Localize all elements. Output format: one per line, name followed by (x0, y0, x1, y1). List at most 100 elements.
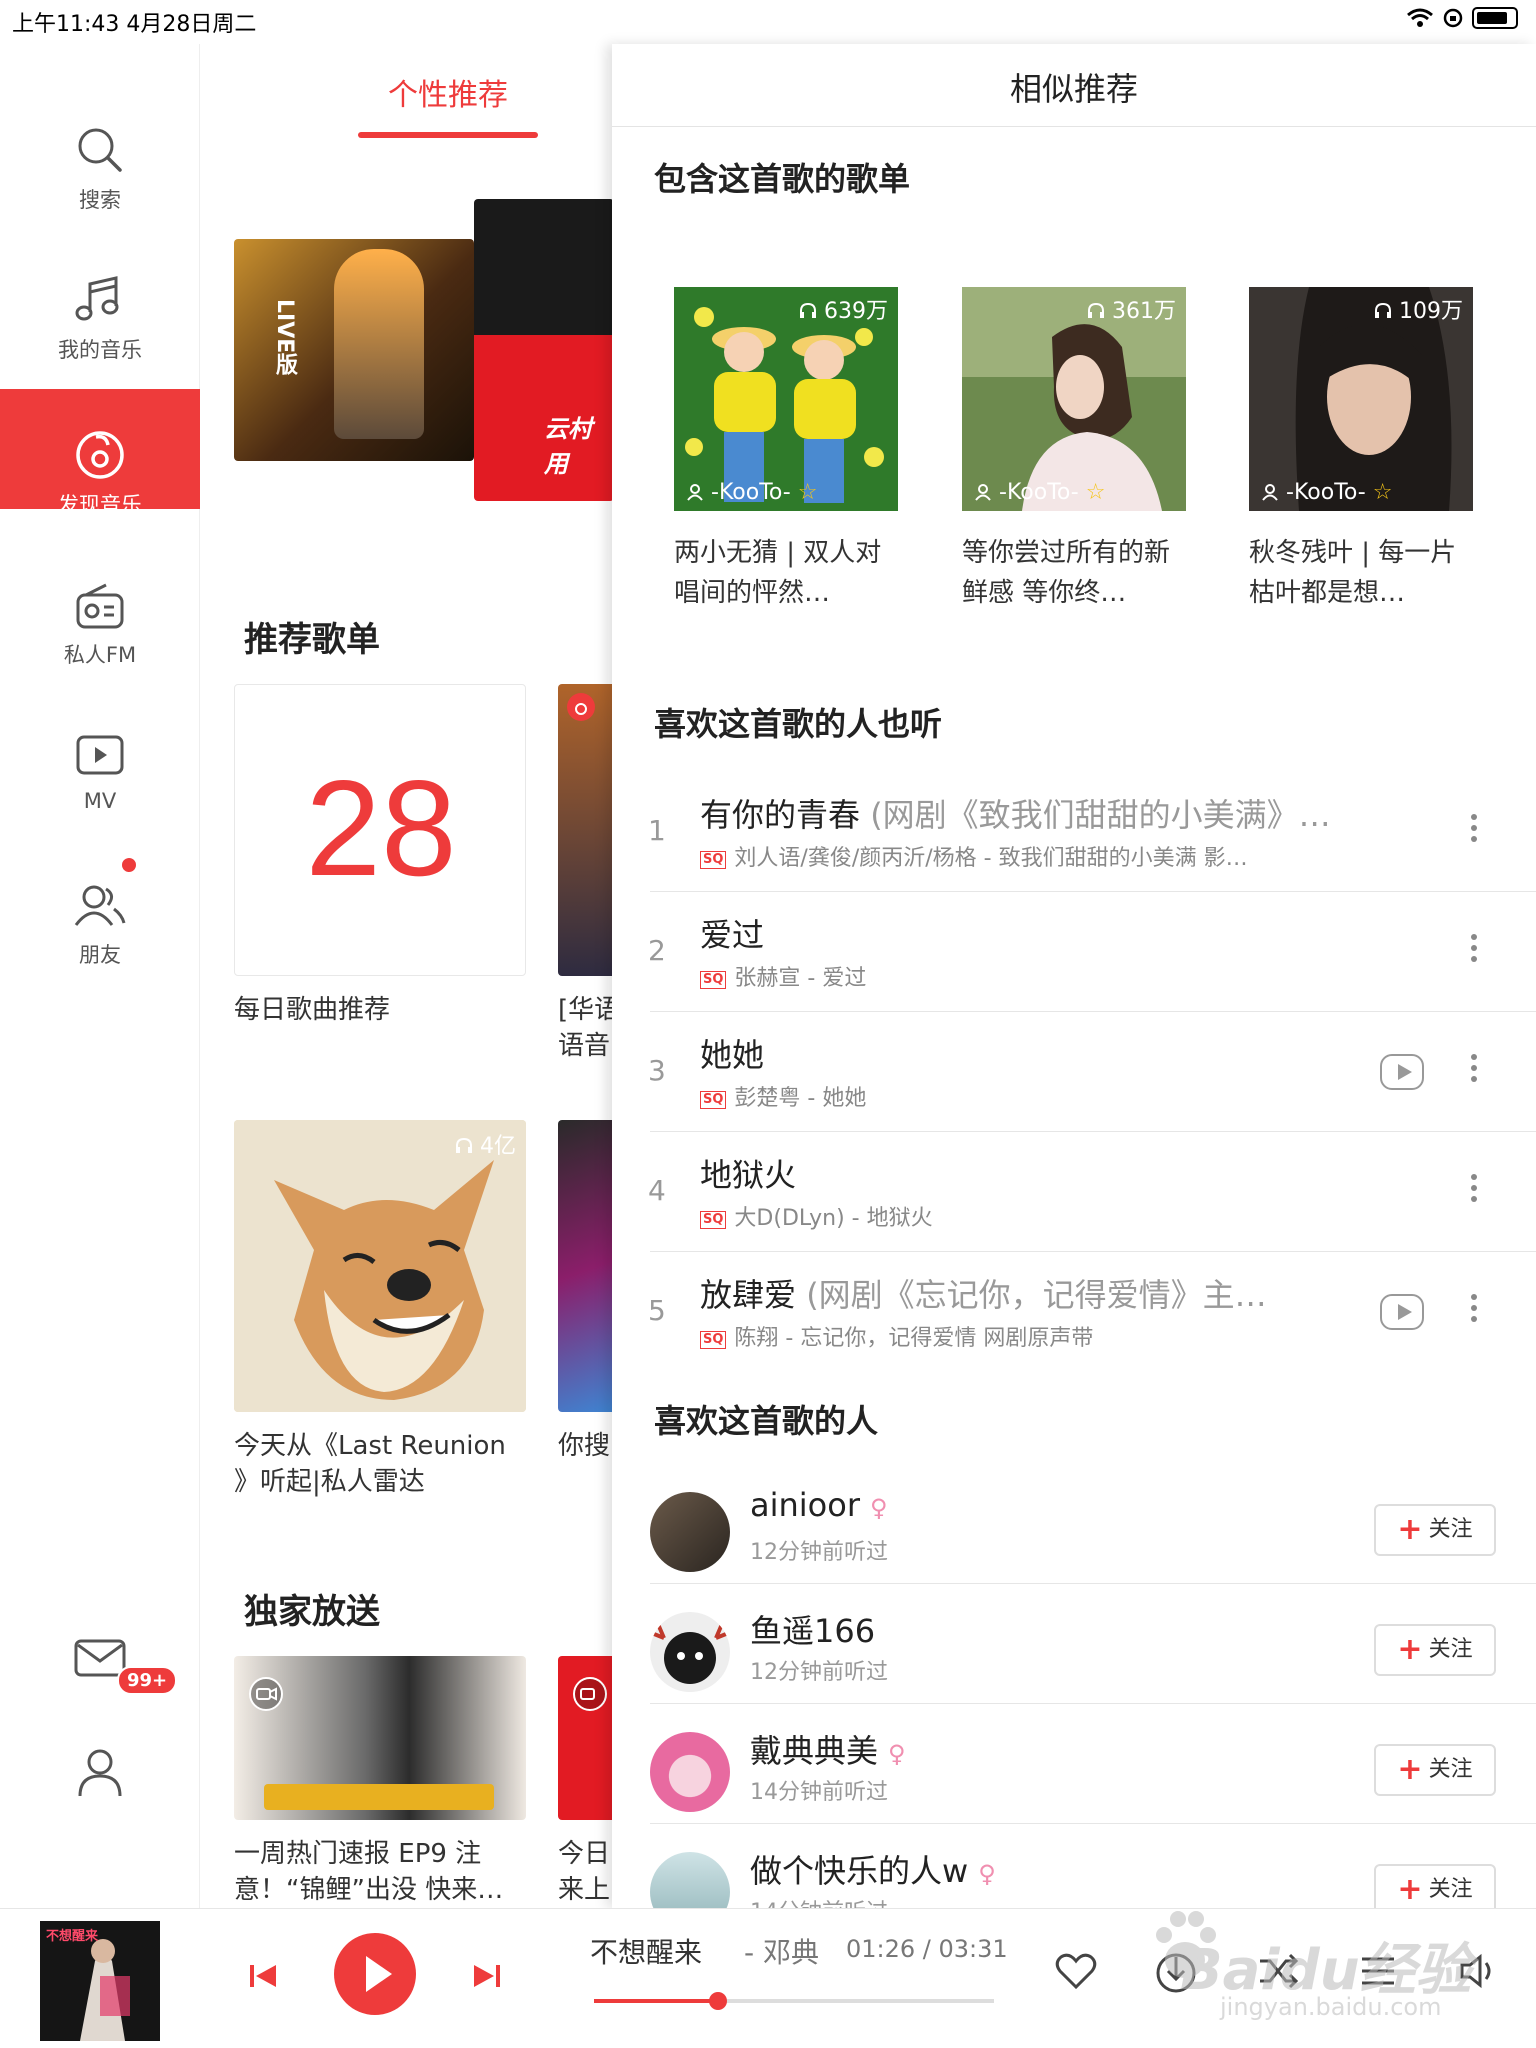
song-title: 爱过 (700, 910, 764, 956)
song-subtitle: SQ 刘人语/龚俊/颜丙沂/杨格 - 致我们甜甜的小美满 影… (700, 840, 1248, 872)
female-icon: ♀ (869, 1494, 888, 1522)
notification-dot (122, 858, 136, 872)
user-name: 做个快乐的人w ♀ (750, 1846, 996, 1892)
song-row[interactable]: 4 地狱火 SQ 大D(DLyn) - 地狱火 (612, 1132, 1536, 1252)
playlist-title: 等你尝过所有的新鲜感 等你终… (962, 538, 1171, 608)
playlist-cover: 361万 -KooTo- ☆ (962, 287, 1186, 511)
song-number: 4 (648, 1174, 666, 1207)
song-name: 放肆爱 (700, 1276, 797, 1314)
divider (612, 126, 1536, 127)
owner-name: -KooTo- (1286, 480, 1366, 505)
user-name: 戴典典美 ♀ (750, 1726, 906, 1772)
song-name: 她她 (700, 1036, 765, 1074)
sq-badge: SQ (700, 851, 727, 869)
song-row[interactable]: 2 爱过 SQ 张赫宣 - 爱过 (612, 892, 1536, 1012)
listener-row[interactable]: 鱼遥166 12分钟前听过 + 关注 (612, 1584, 1536, 1704)
follow-label: 关注 (1428, 1757, 1473, 1782)
listener-row[interactable]: ainioor ♀ 12分钟前听过 + 关注 (612, 1464, 1536, 1584)
now-playing-cover[interactable]: 不想醒来 (40, 1921, 160, 2041)
playlists-section-title: 包含这首歌的歌单 (654, 160, 911, 198)
user-name-text: 做个快乐的人w (750, 1852, 969, 1890)
netease-badge-icon (567, 693, 595, 721)
exclusive-caption-2: 今日 来上 (558, 1839, 611, 1905)
sidebar-item-mv[interactable]: MV (0, 689, 200, 813)
playlist-item[interactable]: 639万 -KooTo- ☆ 两小无猜 | 双人对唱间的怦然… (674, 287, 898, 613)
play-button[interactable] (334, 1933, 416, 2015)
exclusive-title: 独家放送 (244, 1592, 380, 1632)
follow-button[interactable]: + 关注 (1374, 1504, 1496, 1556)
exclusive-video-card[interactable] (234, 1656, 526, 1820)
more-options-icon[interactable] (1470, 1054, 1478, 1088)
play-count: 109万 (1374, 293, 1463, 325)
playlist-owner: -KooTo- ☆ (1261, 480, 1392, 505)
avatar[interactable] (650, 1612, 730, 1692)
listen-time: 12分钟前听过 (750, 1660, 888, 1685)
sidebar-item-my-music[interactable]: 我的音乐 (0, 234, 200, 362)
star-icon: ☆ (1085, 480, 1106, 505)
banner-card[interactable]: LIVE版 (234, 239, 474, 461)
daily-date-number: 28 (305, 752, 457, 904)
more-options-icon[interactable] (1470, 814, 1478, 848)
owner-name: -KooTo- (711, 480, 791, 505)
tab-personal-recommend[interactable]: 个性推荐 (358, 70, 538, 114)
user-icon (1262, 484, 1278, 501)
progress-knob[interactable] (709, 1992, 727, 2010)
sidebar-item-label: 我的音乐 (58, 338, 142, 362)
radar-playlist-card[interactable]: 4亿 (234, 1120, 526, 1412)
avatar[interactable] (650, 1492, 730, 1572)
song-subtitle: SQ 张赫宣 - 爱过 (700, 960, 866, 992)
sidebar-item-search[interactable]: 搜索 (0, 84, 200, 212)
exclusive-banner-strip (264, 1784, 494, 1810)
sidebar-item-fm[interactable]: 私人FM (0, 539, 200, 667)
sidebar-item-friends[interactable]: 朋友 (0, 839, 200, 967)
sq-badge: SQ (700, 971, 727, 989)
mv-play-icon[interactable] (1380, 1294, 1424, 1330)
follow-label: 关注 (1428, 1517, 1473, 1542)
profile-icon[interactable] (72, 1744, 128, 1800)
song-row[interactable]: 1 有你的青春 (网剧《致我们甜甜的小美满》… SQ 刘人语/龚俊/颜丙沂/杨格 … (612, 772, 1536, 892)
playlist-item[interactable]: 361万 -KooTo- ☆ 等你尝过所有的新鲜感 等你终… (962, 287, 1186, 613)
song-artist-album: 彭楚粤 - 她她 (734, 1086, 867, 1111)
sidebar-item-discover[interactable]: 发现音乐 (0, 389, 200, 517)
status-time: 上午11:43 4月28日周二 (12, 12, 257, 37)
song-artist-album: 张赫宣 - 爱过 (734, 966, 867, 991)
user-name-text: 戴典典美 (750, 1732, 879, 1770)
similar-recommend-panel: 相似推荐 包含这首歌的歌单 639万 -KooTo- ☆ 两小无猜 | 双人对唱… (612, 44, 1536, 1932)
playlist-item[interactable]: 109万 -KooTo- ☆ 秋冬残叶 | 每一片枯叶都是想… (1249, 287, 1473, 613)
banner-text: LIVE版 (272, 299, 297, 376)
song-row[interactable]: 5 放肆爱 (网剧《忘记你，记得爱情》主… SQ 陈翔 - 忘记你，记得爱情 网剧… (612, 1252, 1536, 1372)
play-count: 361万 (1087, 293, 1176, 325)
daily-recommend-card[interactable]: 28 (234, 684, 526, 976)
more-options-icon[interactable] (1470, 934, 1478, 968)
more-options-icon[interactable] (1470, 1294, 1478, 1328)
battery-icon (1472, 7, 1518, 29)
heart-icon[interactable] (1054, 1949, 1098, 1993)
playlist-card[interactable] (558, 684, 612, 976)
follow-button[interactable]: + 关注 (1374, 1624, 1496, 1676)
orientation-lock-icon (1443, 8, 1463, 28)
song-artist-album: 陈翔 - 忘记你，记得爱情 网剧原声带 (734, 1326, 1094, 1351)
listener-row[interactable]: 戴典典美 ♀ 14分钟前听过 + 关注 (612, 1704, 1536, 1824)
user-name-text: 鱼遥166 (750, 1612, 876, 1650)
daily-recommend-caption: 每日歌曲推荐 (234, 995, 391, 1025)
video-camera-icon (573, 1677, 607, 1711)
song-subtitle: SQ 彭楚粤 - 她她 (700, 1080, 866, 1112)
previous-icon[interactable] (246, 1959, 280, 1993)
avatar[interactable] (650, 1732, 730, 1812)
song-title: 她她 (700, 1030, 764, 1076)
follow-button[interactable]: + 关注 (1374, 1744, 1496, 1796)
next-icon[interactable] (470, 1959, 504, 1993)
music-note-icon (75, 276, 119, 321)
exclusive-video-card-2[interactable] (558, 1656, 612, 1820)
more-options-icon[interactable] (1470, 1174, 1478, 1208)
progress-track[interactable] (594, 1992, 994, 2010)
banner-singer-image (334, 249, 424, 439)
radio-icon (76, 583, 124, 629)
playlist-card-4[interactable] (558, 1120, 612, 1412)
song-row[interactable]: 3 她她 SQ 彭楚粤 - 她她 (612, 1012, 1536, 1132)
mv-play-icon[interactable] (1380, 1054, 1424, 1090)
cover-text: 不想醒来 (46, 1929, 99, 1944)
playlist-title: 两小无猜 | 双人对唱间的怦然… (674, 538, 882, 608)
song-number: 2 (648, 934, 666, 967)
banner-card-2[interactable]: 云村用 (474, 199, 612, 501)
